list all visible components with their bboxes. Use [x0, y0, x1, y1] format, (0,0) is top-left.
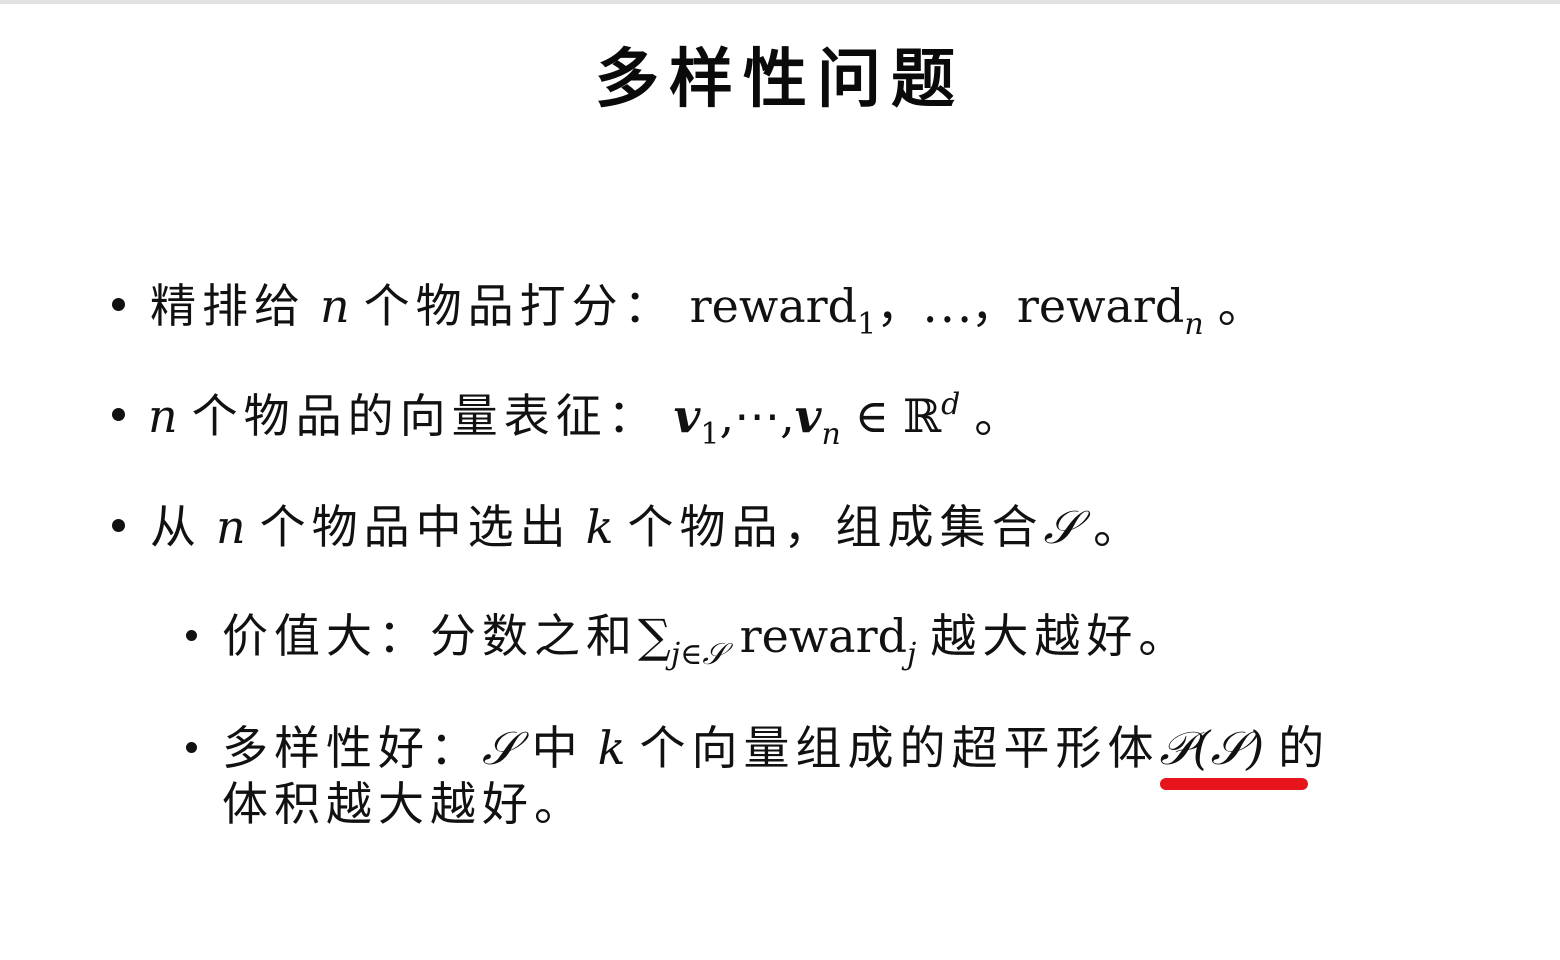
text-segment: 个物品，组成集合	[627, 500, 1044, 554]
period: 。	[1093, 500, 1146, 554]
top-border	[0, 0, 1560, 4]
subscript-n: n	[1184, 307, 1204, 342]
red-underline-annotation	[1160, 778, 1308, 790]
bullet-dot	[112, 408, 125, 421]
math-reward-n: reward	[1016, 279, 1185, 333]
math-parallelotope: 𝒫(𝒮)	[1159, 721, 1265, 775]
text-segment: 价值大：分数之和	[222, 609, 638, 663]
math-reward-1: reward	[689, 279, 858, 333]
superscript-d: d	[941, 387, 961, 422]
math-ellipsis: ,⋯,	[719, 389, 795, 443]
math-n: n	[148, 389, 178, 443]
subscript-1: 1	[700, 417, 720, 452]
math-sum: ∑	[638, 609, 671, 663]
text-segment: 越大越好。	[930, 609, 1191, 663]
sub-bullet-diversity-line2: 体积越大越好。	[222, 774, 586, 834]
period: 。	[974, 389, 1027, 443]
text-segment: 个物品打分：	[363, 279, 676, 333]
bullet-dot	[112, 519, 125, 532]
subscript-1: 1	[857, 307, 877, 342]
text-segment: 个物品中选出	[259, 500, 572, 554]
math-vn: v	[794, 389, 822, 443]
text-segment: 精排给	[150, 279, 306, 333]
math-real-space: ℝ	[902, 389, 942, 443]
math-set-s: 𝒮	[1043, 500, 1080, 554]
text-segment: 的	[1278, 721, 1331, 775]
text-segment: 体积越大越好。	[222, 777, 586, 831]
sum-subscript: j∈𝒮	[670, 637, 726, 672]
sub-bullet-dot	[186, 630, 197, 641]
math-reward: reward	[739, 609, 908, 663]
text-segment: 中	[531, 721, 584, 775]
bullet-select-k-items: 从 n 个物品中选出 k 个物品，组成集合𝒮。	[150, 497, 1145, 557]
sub-bullet-value: 价值大：分数之和∑j∈𝒮 rewardj 越大越好。	[222, 606, 1191, 670]
text-segment: 个向量组成的超平形体	[639, 721, 1160, 775]
math-n: n	[216, 500, 246, 554]
period: 。	[1217, 279, 1270, 333]
math-k: k	[597, 721, 626, 775]
sub-bullet-dot	[186, 742, 197, 753]
sub-bullet-diversity: 多样性好：𝒮 中 k 个向量组成的超平形体𝒫(𝒮) 的	[222, 718, 1330, 778]
math-v1: v	[673, 389, 701, 443]
math-k: k	[585, 500, 614, 554]
math-set-s: 𝒮	[482, 721, 518, 775]
subscript-n: n	[821, 417, 841, 452]
text-segment: 从	[150, 500, 202, 554]
subscript-j: j	[907, 637, 917, 672]
math-n: n	[320, 279, 350, 333]
text-segment: 多样性好：	[222, 721, 482, 775]
slide-title: 多样性问题	[595, 43, 965, 117]
bullet-vector-representation: n 个物品的向量表征： v1,⋯,vn ∈ ℝd。	[148, 386, 1027, 450]
bullet-reward-scores: 精排给 n 个物品打分： reward1，⋯，rewardn。	[150, 276, 1270, 340]
math-ellipsis: ，⋯，	[876, 279, 1017, 333]
text-segment: 个物品的向量表征：	[191, 389, 660, 443]
math-element-of: ∈	[854, 389, 889, 443]
bullet-dot	[112, 298, 125, 311]
